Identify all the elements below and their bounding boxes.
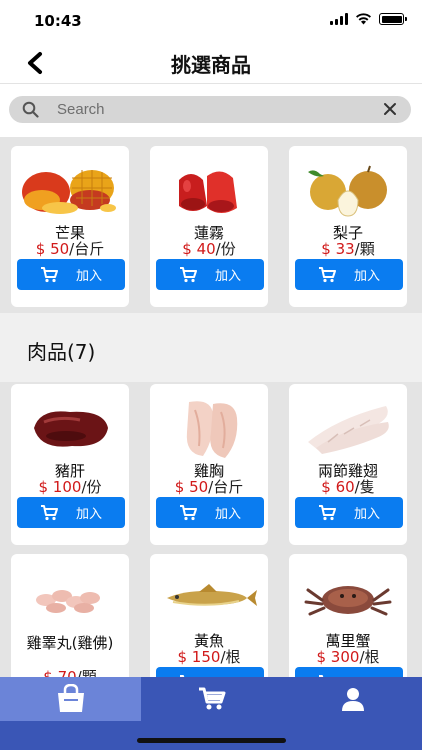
cart-icon [40,266,58,282]
product-card[interactable]: 芒果 $ 50/台斤 加入 [11,146,129,307]
product-price: $ 33/顆 [321,240,375,258]
add-to-cart-button[interactable]: 加入 [17,259,125,290]
product-name: 雞睪丸(雞佛) [26,634,114,652]
add-button-label: 加入 [75,507,102,522]
product-price: $ 150/根 [177,648,241,666]
search-input[interactable] [57,98,357,121]
product-card[interactable]: 兩節雞翅 $ 60/隻 加入 [289,384,407,545]
search-icon [22,101,39,118]
cart-icon [198,687,225,710]
product-card[interactable]: 萬里蟹 $ 300/根 加入 [289,554,407,677]
search-bar[interactable] [9,96,411,123]
status-bar: 10:43 [0,0,422,40]
product-price: $ 50/台斤 [174,478,244,496]
product-price: $ 300/根 [316,648,380,666]
home-indicator [137,738,286,743]
cart-icon [40,504,58,520]
crab-image [298,566,398,630]
cart-icon [318,504,336,520]
product-card[interactable]: 雞睪丸(雞佛) $ 70/顆 [11,554,129,677]
product-price: $ 70/顆 [43,668,97,677]
add-button-label: 加入 [214,507,241,522]
product-card[interactable]: 梨子 $ 33/顆 加入 [289,146,407,307]
add-to-cart-button[interactable]: 加入 [295,497,403,528]
battery-icon [379,13,407,25]
signal-icon [330,13,348,25]
close-icon[interactable] [383,102,397,116]
add-button-label: 加入 [75,269,102,284]
shopping-bag-icon [57,684,84,712]
product-price: $ 50/台斤 [35,240,105,258]
product-card[interactable]: 蓮霧 $ 40/份 加入 [150,146,268,307]
add-to-cart-button[interactable]: 加入 [156,259,264,290]
product-price: $ 60/隻 [321,478,375,496]
chicken-breast-image [159,396,259,460]
add-to-cart-button[interactable]: 加入 [156,497,264,528]
section-header-meat: 肉品(7) [0,313,422,382]
pear-image [298,158,398,222]
cart-icon [179,266,197,282]
product-picker-screen: 10:43 挑選商品 Search 芒果 $ 50/台斤 加入 蓮霧 $ 40/… [0,0,422,750]
add-button-label: 加入 [353,269,380,284]
add-to-cart-button[interactable]: 加入 [156,667,264,677]
status-icons [330,13,407,25]
tab-profile[interactable] [282,677,422,721]
add-button-label: 加入 [214,269,241,284]
add-button-label: 加入 [353,507,380,522]
product-list[interactable]: 芒果 $ 50/台斤 加入 蓮霧 $ 40/份 加入 梨子 $ 33/顆 加入 … [0,137,422,677]
section-title: 肉品(7) [27,340,96,364]
add-to-cart-button[interactable]: 加入 [295,259,403,290]
product-card[interactable]: 黃魚 $ 150/根 加入 [150,554,268,677]
user-icon [341,688,364,711]
chicken-testicle-image [20,566,120,630]
cart-icon [179,504,197,520]
tab-cart[interactable] [141,677,282,721]
product-price: $ 40/份 [182,240,236,258]
cart-icon [318,266,336,282]
nav-bar: 挑選商品 [0,40,422,84]
product-card[interactable]: 豬肝 $ 100/份 加入 [11,384,129,545]
product-price: $ 100/份 [38,478,102,496]
chicken-wing-image [298,396,398,460]
mango-image [20,158,120,222]
wifi-icon [356,13,371,25]
tab-shop[interactable] [0,677,141,721]
wax-apple-image [159,158,259,222]
add-to-cart-button[interactable]: 加入 [17,497,125,528]
status-time: 10:43 [34,12,82,30]
product-card[interactable]: 雞胸 $ 50/台斤 加入 [150,384,268,545]
add-to-cart-button[interactable]: 加入 [295,667,403,677]
page-title: 挑選商品 [171,53,251,77]
search-section [0,85,422,137]
yellow-croaker-image [159,566,259,630]
pork-liver-image [20,396,120,460]
